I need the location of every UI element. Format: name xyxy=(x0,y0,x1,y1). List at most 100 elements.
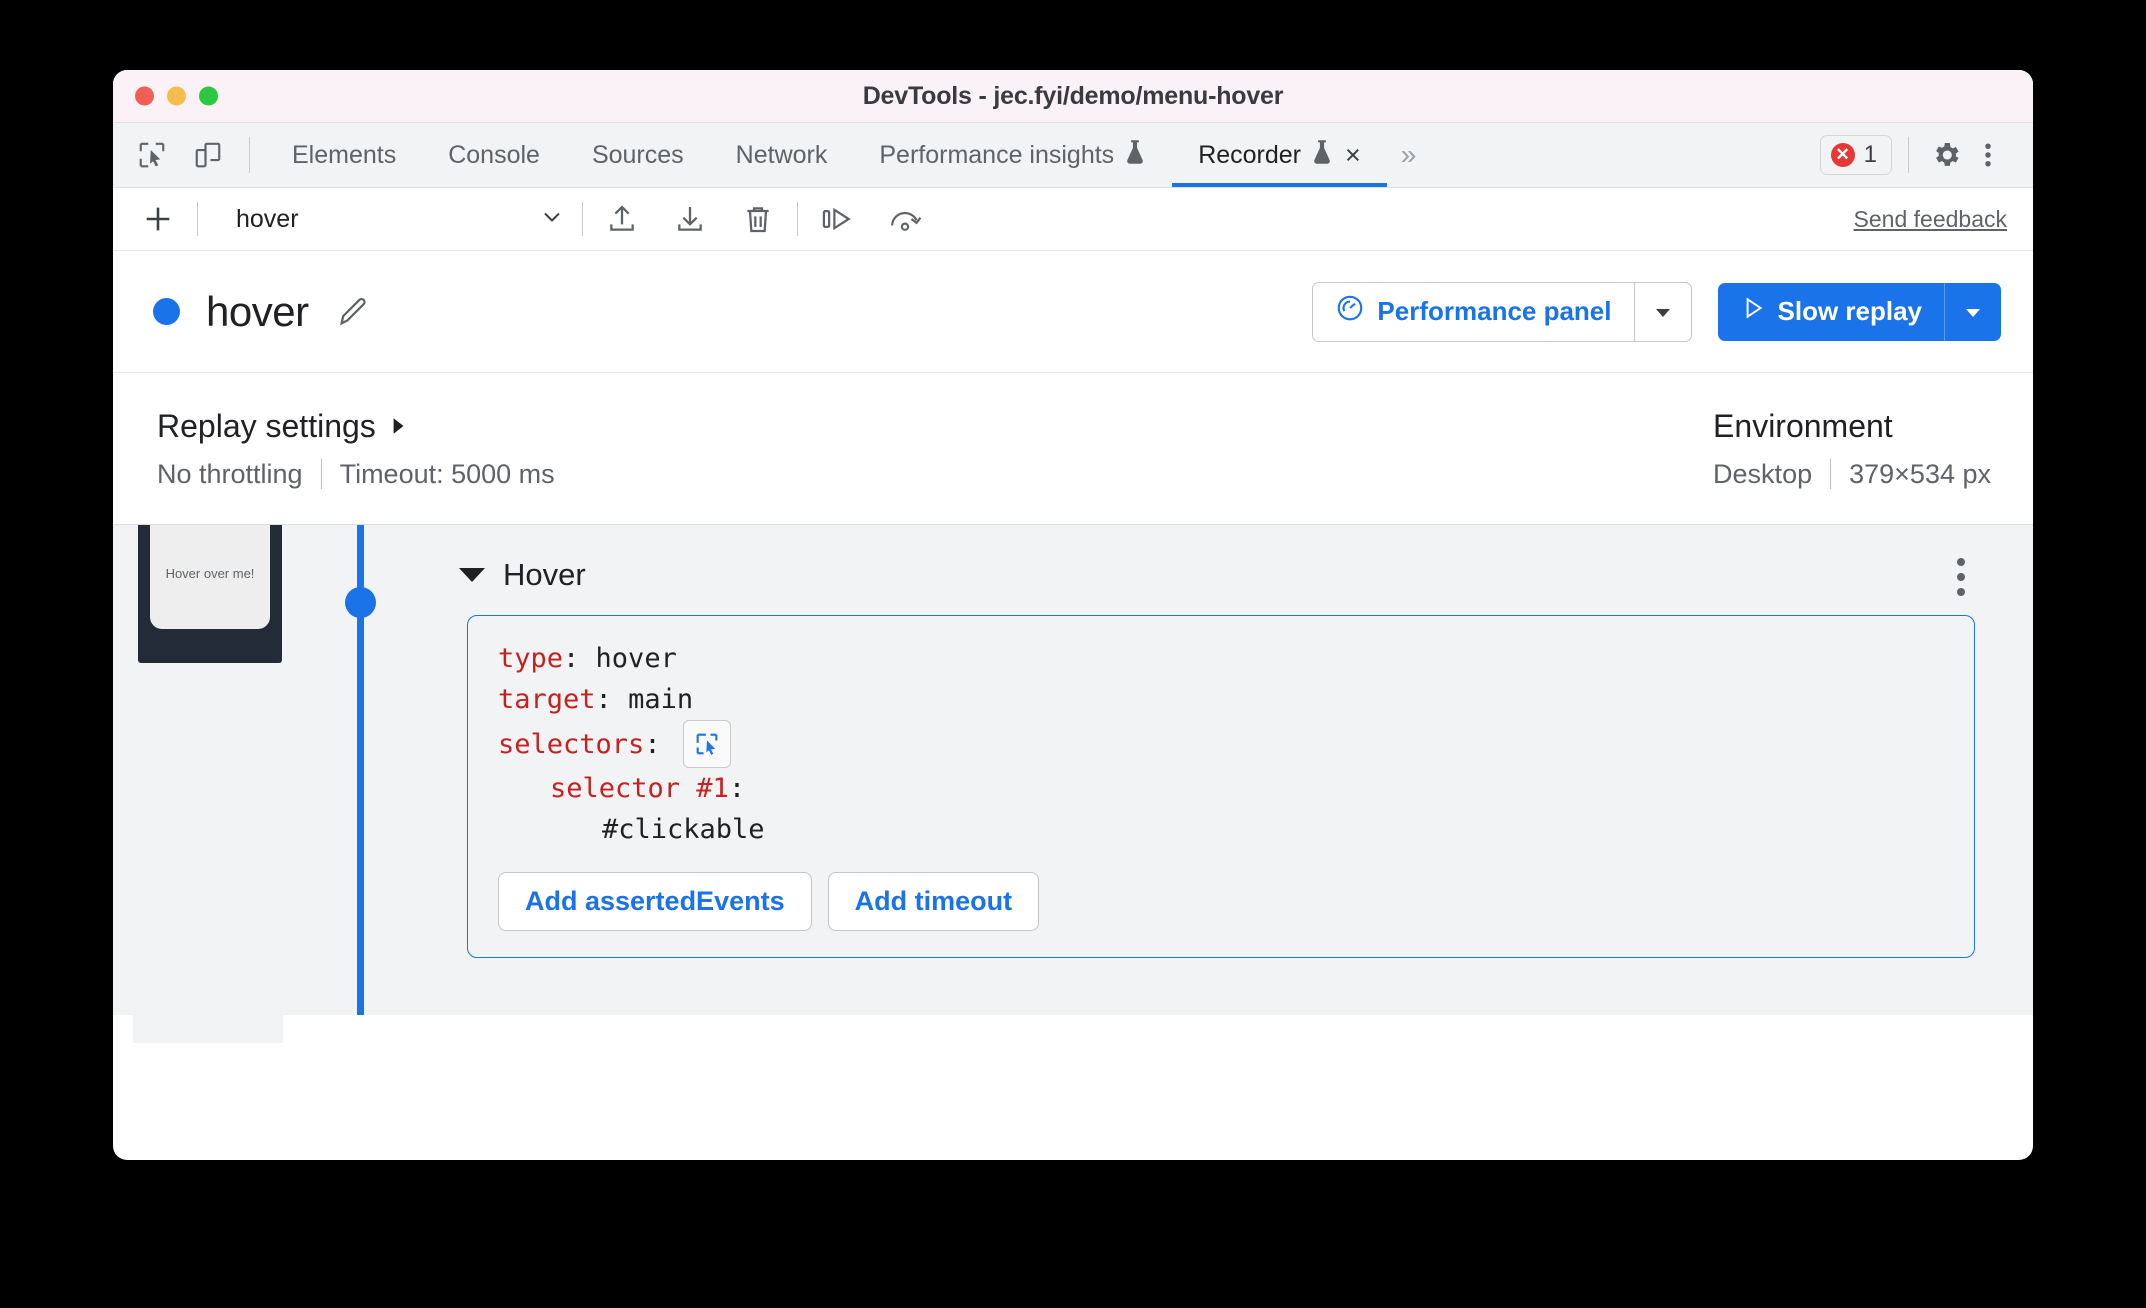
performance-panel-dropdown[interactable] xyxy=(1633,282,1691,341)
viewport-value: 379×534 px xyxy=(1849,458,1991,489)
code-line-type: type: hover xyxy=(498,638,1944,679)
pencil-icon[interactable] xyxy=(331,290,375,334)
thumbnail-page-content: Hover over me! xyxy=(150,525,270,629)
throttling-value: No throttling xyxy=(157,458,303,489)
value-divider xyxy=(1830,459,1832,489)
add-timeout-button[interactable]: Add timeout xyxy=(827,872,1040,932)
performance-panel-main[interactable]: Performance panel xyxy=(1313,283,1633,341)
more-tabs-icon[interactable]: » xyxy=(1387,123,1431,187)
code-line-target: target: main xyxy=(498,679,1944,720)
environment-label: Environment xyxy=(1713,407,1893,444)
traffic-lights xyxy=(135,86,218,106)
window-title: DevTools - jec.fyi/demo/menu-hover xyxy=(862,81,1284,110)
slow-replay-dropdown[interactable] xyxy=(1944,282,2001,341)
code-line-selectors: selectors: xyxy=(498,720,1944,769)
tab-recorder[interactable]: Recorder × xyxy=(1172,123,1387,187)
recorder-toolbar: hover Send feedback xyxy=(113,188,2033,251)
trash-icon[interactable] xyxy=(735,196,781,242)
tab-network[interactable]: Network xyxy=(710,123,854,187)
toolbar-divider-2 xyxy=(582,202,583,236)
step-menu-icon[interactable] xyxy=(1939,551,1983,603)
kebab-menu-icon[interactable] xyxy=(1967,134,2009,176)
import-upload-icon[interactable] xyxy=(599,196,645,242)
code-value[interactable]: #clickable xyxy=(602,809,765,850)
recorder-file-actions xyxy=(599,196,781,242)
panel-bottom-fill xyxy=(283,1015,2033,1043)
replay-settings-toggle[interactable]: Replay settings xyxy=(157,408,555,445)
close-window-button[interactable] xyxy=(135,86,154,106)
tab-sources[interactable]: Sources xyxy=(566,123,710,187)
recording-title: hover xyxy=(206,287,309,335)
replay-arc-icon[interactable] xyxy=(882,196,928,242)
thumbnail-text: Hover over me! xyxy=(165,565,255,581)
caret-down-icon[interactable] xyxy=(459,568,485,582)
step-name: Hover xyxy=(503,557,586,592)
kebab-dot xyxy=(1957,588,1965,596)
device-value: Desktop xyxy=(1713,458,1813,489)
step-hover: Hover type: hover target: main selectors… xyxy=(397,541,2015,1043)
tabbar-divider xyxy=(249,137,250,173)
slow-replay-button[interactable]: Slow replay xyxy=(1717,282,2001,341)
tab-console[interactable]: Console xyxy=(422,123,566,187)
replay-settings-section: Replay settings No throttling Timeout: 5… xyxy=(157,408,555,490)
recording-selector[interactable]: hover xyxy=(214,203,566,236)
replay-settings-values: No throttling Timeout: 5000 ms xyxy=(157,459,555,490)
gear-icon[interactable] xyxy=(1925,134,1967,176)
slow-replay-main[interactable]: Slow replay xyxy=(1718,283,1945,341)
tabbar-left-icons xyxy=(131,123,233,187)
steps-area: Hover over me! Hover type: hover target … xyxy=(113,525,2033,1043)
devtools-window: DevTools - jec.fyi/demo/menu-hover Eleme… xyxy=(113,70,2033,1160)
send-feedback-link[interactable]: Send feedback xyxy=(1854,206,2007,233)
tabbar-right-controls: ✕ 1 xyxy=(1819,123,2009,187)
recording-action-buttons: Performance panel Slow replay xyxy=(1312,281,2001,342)
code-key: selector #1 xyxy=(550,773,729,805)
toolbar-divider-1 xyxy=(197,202,198,236)
tab-label: Sources xyxy=(591,140,684,169)
play-triangle-icon xyxy=(1740,295,1766,328)
add-asserted-events-button[interactable]: Add assertedEvents xyxy=(498,872,812,932)
step-over-icon[interactable] xyxy=(814,196,860,242)
recorder-play-actions xyxy=(814,196,928,242)
tab-label: Recorder xyxy=(1198,140,1302,169)
maximize-window-button[interactable] xyxy=(199,86,218,106)
export-download-icon[interactable] xyxy=(667,196,713,242)
error-count-badge[interactable]: ✕ 1 xyxy=(1819,135,1892,175)
code-separator: : xyxy=(563,643,596,674)
select-element-icon[interactable] xyxy=(682,720,731,769)
settings-strip: Replay settings No throttling Timeout: 5… xyxy=(113,373,2033,525)
window-titlebar: DevTools - jec.fyi/demo/menu-hover xyxy=(113,70,2033,123)
timeline-step-marker[interactable] xyxy=(345,587,376,618)
kebab-dot xyxy=(1957,558,1965,566)
step-screenshot-thumbnail: Hover over me! xyxy=(138,525,282,663)
kebab-dot xyxy=(1957,573,1965,581)
tabbar-right-divider xyxy=(1908,137,1909,173)
minimize-window-button[interactable] xyxy=(167,86,186,106)
inspect-element-icon[interactable] xyxy=(131,134,173,176)
tab-elements[interactable]: Elements xyxy=(266,123,422,187)
recording-selector-value: hover xyxy=(236,204,299,233)
create-recording-button[interactable] xyxy=(135,196,181,242)
timeout-value: Timeout: 5000 ms xyxy=(339,458,555,489)
caret-right-icon xyxy=(388,408,408,445)
performance-panel-label: Performance panel xyxy=(1377,296,1612,326)
environment-section: Environment Desktop 379×534 px xyxy=(1713,408,1991,490)
tab-performance-insights[interactable]: Performance insights xyxy=(853,123,1172,187)
code-value[interactable]: main xyxy=(628,679,693,720)
error-count: 1 xyxy=(1863,141,1877,168)
code-value[interactable]: hover xyxy=(596,638,677,679)
slow-replay-label: Slow replay xyxy=(1777,296,1923,326)
close-tab-icon[interactable]: × xyxy=(1345,141,1361,169)
code-line-selector-1: selector #1: xyxy=(498,768,1944,809)
code-separator: : xyxy=(644,728,661,760)
performance-panel-button[interactable]: Performance panel xyxy=(1312,281,1692,342)
tab-label: Elements xyxy=(292,140,397,169)
chevron-down-icon xyxy=(538,203,566,236)
environment-values: Desktop 379×534 px xyxy=(1713,459,1991,490)
code-line-selector-value: #clickable xyxy=(498,809,1944,850)
code-separator: : xyxy=(728,773,746,805)
experiment-flask-icon xyxy=(1124,139,1146,172)
step-add-buttons: Add assertedEvents Add timeout xyxy=(498,872,1944,932)
panel-bottom-left-fill xyxy=(113,1015,133,1043)
step-header[interactable]: Hover xyxy=(397,541,2015,596)
device-toolbar-icon[interactable] xyxy=(187,134,229,176)
